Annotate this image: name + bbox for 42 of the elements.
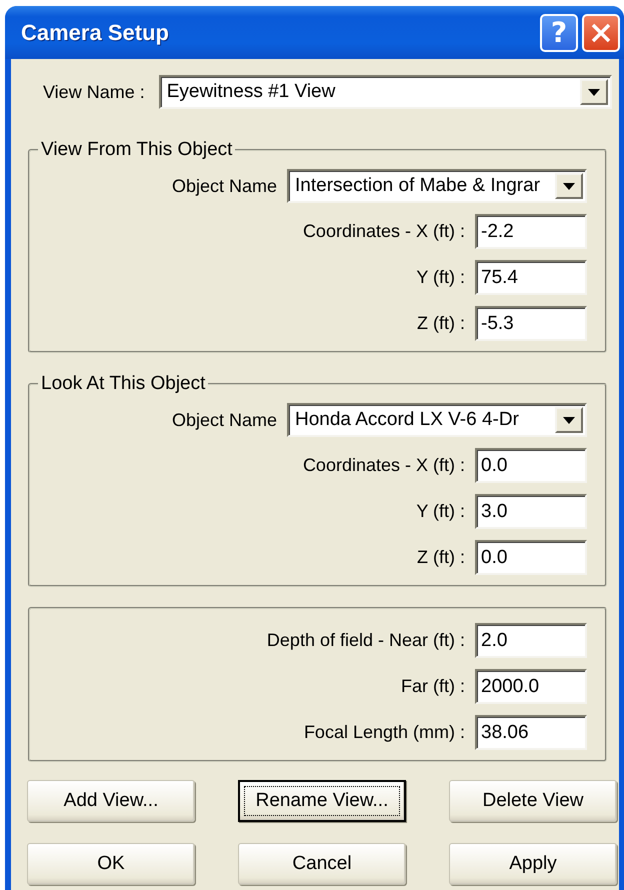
window-title: Camera Setup xyxy=(20,20,170,46)
input-field[interactable]: -5.3 xyxy=(475,306,587,341)
input-field[interactable]: 2.0 xyxy=(475,623,587,658)
close-icon xyxy=(590,22,612,44)
group-title: Look At This Object xyxy=(40,373,206,395)
dialog-button[interactable]: Rename View... xyxy=(238,780,406,822)
help-button[interactable]: ? xyxy=(540,14,578,52)
field-label: Far (ft) : xyxy=(401,676,465,697)
field-label: Focal Length (mm) : xyxy=(304,722,465,743)
field-label: Y (ft) : xyxy=(416,501,465,522)
input-field[interactable]: 0.0 xyxy=(475,540,587,575)
dropdown-field[interactable]: Eyewitness #1 View xyxy=(158,75,612,109)
dropdown-button[interactable] xyxy=(580,79,608,105)
field-label: Z (ft) : xyxy=(417,313,465,334)
input-field[interactable]: 3.0 xyxy=(475,494,587,529)
field-label: View Name : xyxy=(43,82,145,102)
dialog-button[interactable]: Delete View xyxy=(449,780,617,822)
group-title: View From This Object xyxy=(40,139,234,161)
field-label: Object Name xyxy=(172,176,277,196)
dropdown-button[interactable] xyxy=(555,173,583,199)
input-field[interactable]: 0.0 xyxy=(475,448,587,483)
field-label: Object Name xyxy=(172,410,277,430)
field-label: Coordinates - X (ft) : xyxy=(302,221,465,242)
field-label: Z (ft) : xyxy=(417,547,465,568)
field-label: Depth of field - Near (ft) : xyxy=(266,630,465,651)
dialog-button[interactable]: Apply xyxy=(449,843,617,885)
caret-icon xyxy=(588,88,600,96)
field-label: Y (ft) : xyxy=(416,267,465,288)
caret-icon xyxy=(563,182,575,190)
input-field[interactable]: 75.4 xyxy=(475,260,587,295)
input-field[interactable]: 38.06 xyxy=(475,715,587,750)
dropdown-field[interactable]: Intersection of Mabe & Ingrar xyxy=(287,169,587,203)
field-label: Coordinates - X (ft) : xyxy=(302,455,465,476)
dialog-button[interactable]: OK xyxy=(27,843,195,885)
dropdown-button[interactable] xyxy=(555,407,583,433)
caret-icon xyxy=(563,416,575,424)
close-button[interactable] xyxy=(582,14,620,52)
dialog-button[interactable]: Cancel xyxy=(238,843,406,885)
dropdown-field[interactable]: Honda Accord LX V-6 4-Dr xyxy=(287,403,587,437)
dialog-button[interactable]: Add View... xyxy=(27,780,195,822)
input-field[interactable]: 2000.0 xyxy=(475,669,587,704)
input-field[interactable]: -2.2 xyxy=(475,214,587,249)
